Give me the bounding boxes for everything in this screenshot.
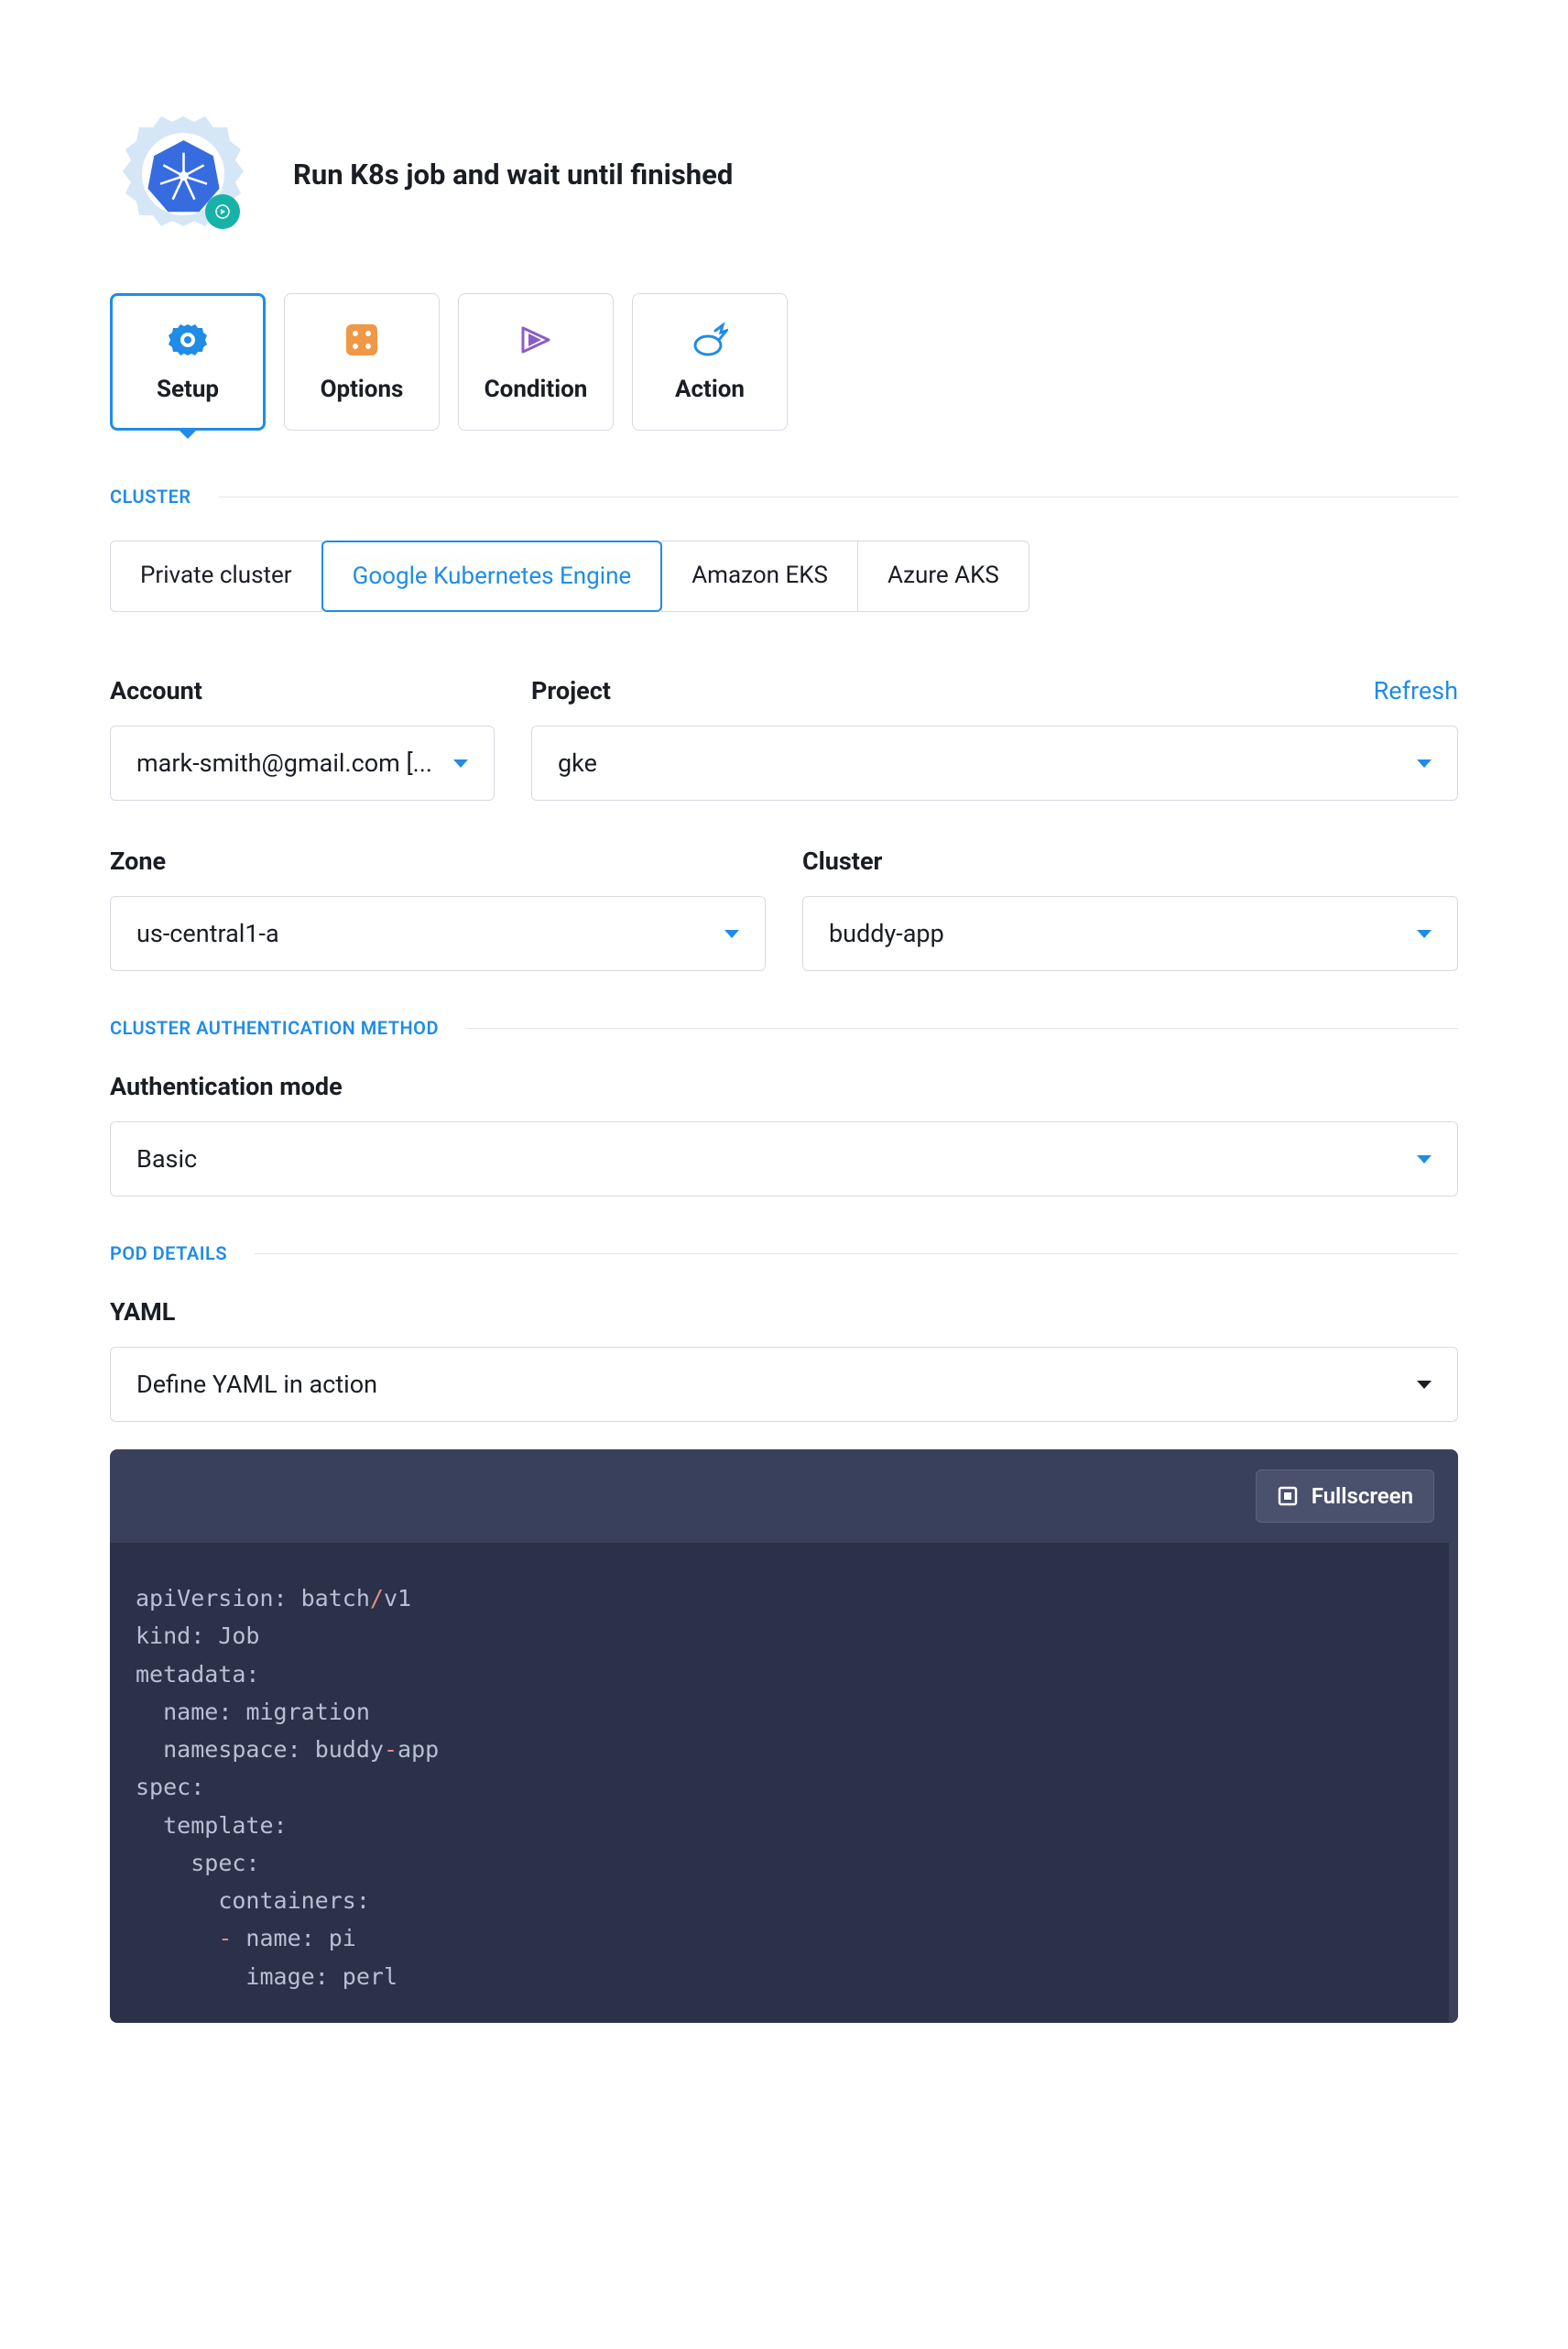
tab-label: Action xyxy=(675,376,745,403)
chevron-down-icon xyxy=(724,930,739,938)
options-icon xyxy=(343,321,381,359)
cluster-provider-group: Private cluster Google Kubernetes Engine… xyxy=(110,541,1458,612)
project-label: Project xyxy=(531,676,611,705)
section-label: POD DETAILS xyxy=(110,1242,227,1264)
action-icon xyxy=(691,321,729,359)
auth-mode-value: Basic xyxy=(136,1144,197,1174)
tab-label: Condition xyxy=(485,376,588,403)
section-pod: POD DETAILS xyxy=(110,1242,1458,1264)
kubernetes-job-icon xyxy=(110,101,256,247)
page-title: Run K8s job and wait until finished xyxy=(293,158,733,191)
auth-mode-select[interactable]: Basic xyxy=(110,1121,1458,1196)
zone-select[interactable]: us-central1-a xyxy=(110,896,766,971)
field-zone: Zone us-central1-a xyxy=(110,847,766,971)
account-value: mark-smith@gmail.com [... xyxy=(136,748,432,778)
field-project: Project Refresh gke xyxy=(531,676,1458,801)
page-header: Run K8s job and wait until finished xyxy=(110,101,1458,247)
field-auth-mode: Authentication mode Basic xyxy=(110,1072,1458,1196)
section-label: CLUSTER AUTHENTICATION METHOD xyxy=(110,1017,439,1039)
zone-value: us-central1-a xyxy=(136,919,279,948)
provider-aks[interactable]: Azure AKS xyxy=(857,541,1029,612)
provider-private-cluster[interactable]: Private cluster xyxy=(110,541,322,612)
fullscreen-label: Fullscreen xyxy=(1312,1483,1413,1509)
editor-toolbar: Fullscreen xyxy=(110,1449,1458,1543)
main-tabs: Setup Options Condition xyxy=(110,293,1458,431)
play-badge-icon xyxy=(205,194,240,229)
condition-icon xyxy=(517,321,555,359)
field-account: Account mark-smith@gmail.com [... xyxy=(110,676,495,801)
section-auth: CLUSTER AUTHENTICATION METHOD xyxy=(110,1017,1458,1039)
tab-setup[interactable]: Setup xyxy=(110,293,266,431)
yaml-value: Define YAML in action xyxy=(136,1370,377,1399)
tab-label: Setup xyxy=(157,376,219,403)
auth-mode-label: Authentication mode xyxy=(110,1072,343,1101)
tab-condition[interactable]: Condition xyxy=(458,293,614,431)
divider-line xyxy=(255,1253,1458,1254)
account-select[interactable]: mark-smith@gmail.com [... xyxy=(110,726,495,801)
tab-options[interactable]: Options xyxy=(284,293,440,431)
section-cluster: CLUSTER xyxy=(110,486,1458,508)
project-value: gke xyxy=(558,748,597,778)
refresh-link[interactable]: Refresh xyxy=(1374,676,1458,705)
editor-body[interactable]: apiVersion: batch/v1 kind: Job metadata:… xyxy=(110,1543,1458,2023)
tab-label: Options xyxy=(321,376,404,403)
section-label: CLUSTER xyxy=(110,486,191,508)
project-select[interactable]: gke xyxy=(531,726,1458,801)
cluster-select[interactable]: buddy-app xyxy=(802,896,1458,971)
chevron-down-icon xyxy=(1417,1155,1432,1164)
field-yaml: YAML Define YAML in action xyxy=(110,1297,1458,1422)
tab-action[interactable]: Action xyxy=(632,293,788,431)
chevron-down-icon xyxy=(1417,930,1432,938)
fullscreen-button[interactable]: Fullscreen xyxy=(1256,1469,1434,1523)
chevron-down-icon xyxy=(1417,759,1432,768)
cluster-value: buddy-app xyxy=(829,919,944,948)
provider-eks[interactable]: Amazon EKS xyxy=(661,541,858,612)
fullscreen-icon xyxy=(1277,1485,1299,1507)
zone-label: Zone xyxy=(110,847,166,876)
yaml-select[interactable]: Define YAML in action xyxy=(110,1347,1458,1422)
provider-gke[interactable]: Google Kubernetes Engine xyxy=(321,541,663,612)
yaml-label: YAML xyxy=(110,1297,175,1327)
divider-line xyxy=(466,1028,1458,1029)
account-label: Account xyxy=(110,676,202,705)
chevron-down-icon xyxy=(1417,1381,1432,1389)
field-cluster: Cluster buddy-app xyxy=(802,847,1458,971)
cluster-label: Cluster xyxy=(802,847,882,876)
gear-icon xyxy=(169,321,207,359)
chevron-down-icon xyxy=(453,759,468,768)
yaml-editor: Fullscreen apiVersion: batch/v1 kind: Jo… xyxy=(110,1449,1458,2023)
